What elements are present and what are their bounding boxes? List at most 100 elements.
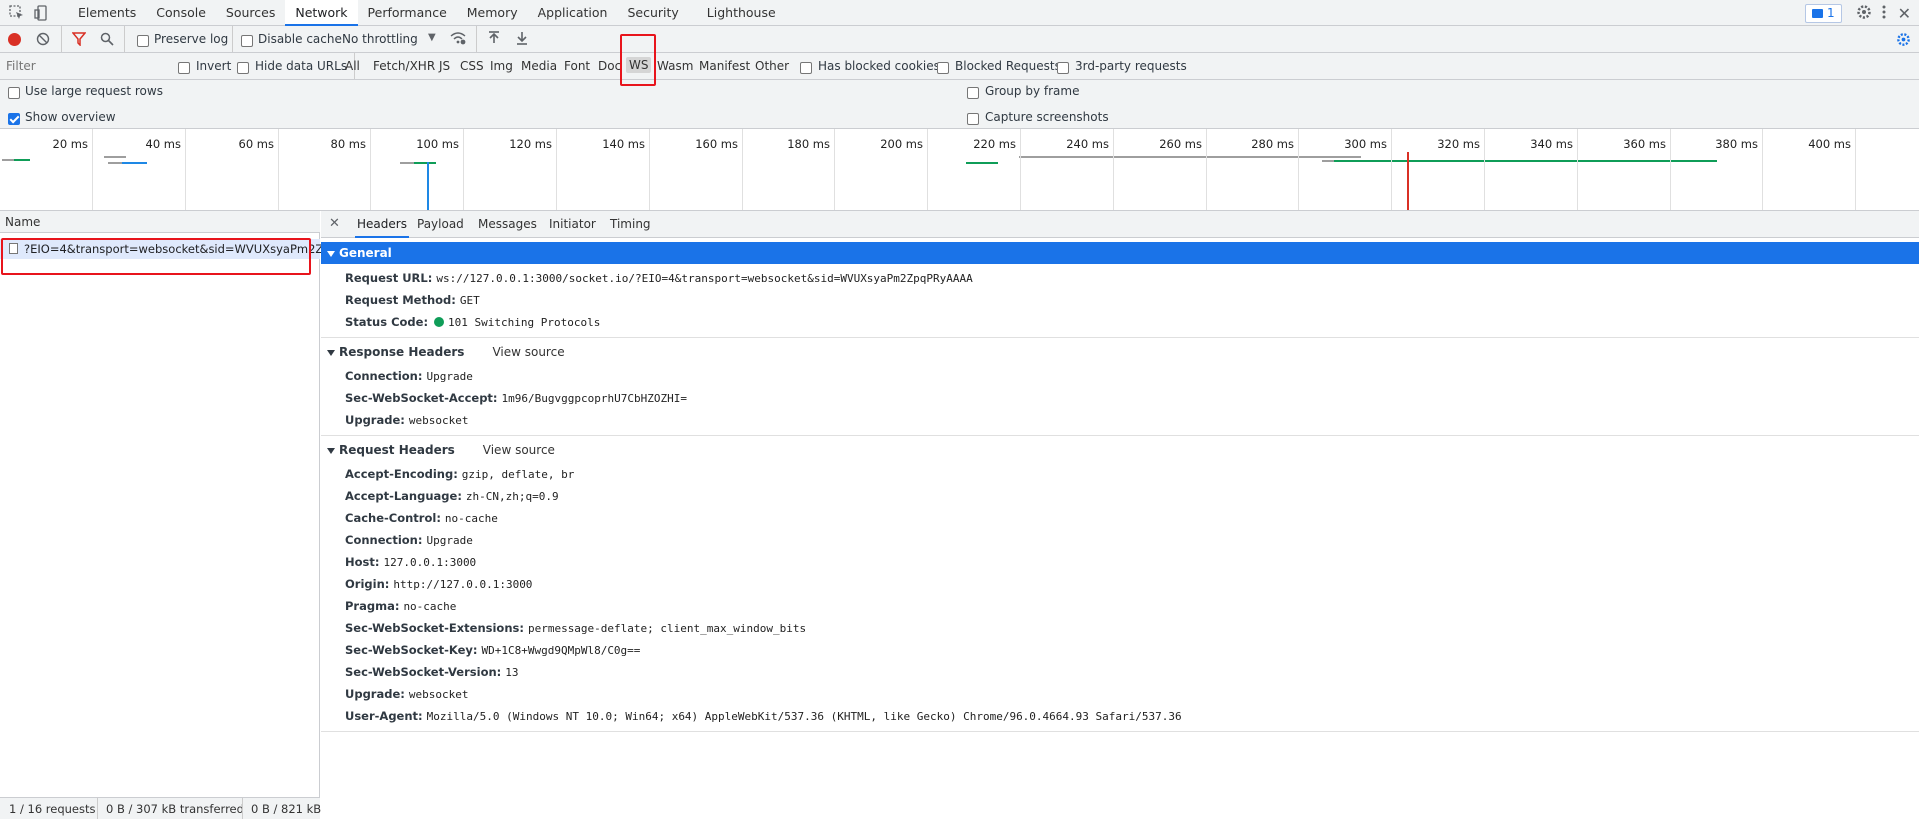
filter-type-js[interactable]: JS — [439, 59, 450, 73]
general-section-header[interactable]: General — [321, 242, 1919, 264]
expand-triangle-icon — [327, 250, 335, 257]
overview-gridline — [834, 129, 835, 210]
overview-tick-label: 260 ms — [1159, 137, 1202, 151]
toolbar-divider — [61, 26, 62, 52]
filter-funnel-icon[interactable] — [71, 32, 87, 49]
close-detail-icon[interactable]: ✕ — [329, 211, 340, 238]
filter-type-img[interactable]: Img — [490, 59, 513, 73]
header-row: Accept-Encoding: gzip, deflate, br — [345, 467, 575, 481]
filter-type-wasm[interactable]: Wasm — [657, 59, 693, 73]
settings-gear-icon[interactable] — [1856, 4, 1872, 23]
header-row: Upgrade: websocket — [345, 413, 469, 427]
disable-cache-checkbox[interactable] — [241, 33, 253, 47]
export-har-icon[interactable] — [516, 31, 528, 48]
inspect-element-icon[interactable] — [8, 4, 26, 22]
overview-gridline — [1298, 129, 1299, 210]
tab-initiator[interactable]: Initiator — [549, 211, 596, 238]
tab-application[interactable]: Application — [528, 0, 618, 26]
overview-gridline — [1206, 129, 1207, 210]
tab-messages[interactable]: Messages — [478, 211, 537, 238]
overview-tick-label: 60 ms — [238, 137, 274, 151]
toolbar-divider — [124, 26, 125, 52]
devtools-right-controls: 1 ✕ — [1804, 0, 1919, 26]
throttling-select[interactable]: No throttling — [342, 32, 418, 46]
tab-network[interactable]: Network — [285, 0, 358, 26]
overview-gridline — [185, 129, 186, 210]
overview-bar — [1019, 156, 1361, 158]
issues-badge[interactable]: 1 — [1804, 3, 1842, 23]
more-options-icon[interactable] — [1882, 5, 1886, 22]
tab-performance[interactable]: Performance — [358, 0, 457, 26]
overview-gridline — [1670, 129, 1671, 210]
overview-gridline — [1391, 129, 1392, 210]
network-settings-gear-icon[interactable] — [1896, 32, 1911, 50]
tab-lighthouse[interactable]: Lighthouse — [689, 0, 786, 26]
overview-gridline — [92, 129, 93, 210]
status-divider — [97, 798, 98, 819]
view-source-link[interactable]: View source — [483, 443, 555, 457]
tab-sources[interactable]: Sources — [216, 0, 285, 26]
filter-input[interactable] — [2, 57, 170, 75]
request-headers-section-header[interactable]: Request Headers View source — [321, 439, 1919, 461]
overview-tick-label: 4... — [1884, 137, 1919, 151]
group-by-frame-checkbox[interactable] — [967, 85, 979, 99]
expand-triangle-icon — [327, 447, 335, 454]
invert-checkbox[interactable] — [178, 60, 190, 74]
header-row: Sec-WebSocket-Key: WD+1C8+Wwgd9QMpWl8/C0g… — [345, 643, 641, 657]
overview-tick-label: 180 ms — [787, 137, 830, 151]
dom-content-loaded-marker — [427, 162, 429, 210]
view-source-link[interactable]: View source — [492, 345, 564, 359]
overview-gridline — [278, 129, 279, 210]
record-icon[interactable] — [8, 33, 21, 46]
preserve-log-checkbox[interactable] — [137, 33, 149, 47]
overview-gridline — [1762, 129, 1763, 210]
response-headers-section-header[interactable]: Response Headers View source — [321, 341, 1919, 363]
third-party-checkbox[interactable] — [1057, 60, 1069, 74]
chevron-down-icon[interactable]: ▼ — [428, 32, 436, 43]
status-divider — [242, 798, 243, 819]
tab-console[interactable]: Console — [146, 0, 216, 26]
capture-screenshots-checkbox[interactable] — [967, 111, 979, 125]
overview-tick-label: 340 ms — [1530, 137, 1573, 151]
tab-memory[interactable]: Memory — [457, 0, 528, 26]
name-column-header[interactable]: Name — [0, 211, 320, 233]
tab-headers[interactable]: Headers — [355, 211, 409, 238]
filter-type-doc[interactable]: Doc — [598, 59, 621, 73]
overview-tick-label: 40 ms — [145, 137, 181, 151]
search-icon[interactable] — [100, 32, 114, 49]
device-toolbar-icon[interactable] — [33, 4, 51, 22]
section-divider — [321, 435, 1919, 436]
filter-type-all[interactable]: All — [345, 59, 360, 73]
tab-security[interactable]: Security — [617, 0, 688, 26]
tab-timing[interactable]: Timing — [610, 211, 651, 238]
overview-tick-label: 300 ms — [1344, 137, 1387, 151]
overview-bar — [966, 162, 998, 164]
request-row-highlight-box — [1, 238, 311, 275]
filter-type-media[interactable]: Media — [521, 59, 557, 73]
filter-type-manifest[interactable]: Manifest — [699, 59, 750, 73]
filter-type-font[interactable]: Font — [564, 59, 590, 73]
close-devtools-icon[interactable]: ✕ — [1898, 4, 1911, 23]
ws-filter-highlight-box — [620, 34, 656, 86]
import-har-icon[interactable] — [488, 31, 500, 48]
overview-tick-label: 100 ms — [416, 137, 459, 151]
header-row: Request Method: GET — [345, 293, 480, 307]
tab-elements[interactable]: Elements — [68, 0, 146, 26]
network-conditions-icon[interactable] — [450, 31, 466, 48]
show-overview-checkbox[interactable] — [8, 111, 20, 125]
blocked-requests-checkbox[interactable] — [937, 60, 949, 74]
tab-payload[interactable]: Payload — [417, 211, 464, 238]
clear-icon[interactable] — [36, 32, 50, 49]
hide-data-urls-checkbox[interactable] — [237, 60, 249, 74]
third-party-label: 3rd-party requests — [1075, 59, 1187, 73]
network-options: Use large request rows Show overview Gro… — [0, 80, 1919, 129]
filter-type-other[interactable]: Other — [755, 59, 789, 73]
overview-tick-label: 20 ms — [52, 137, 88, 151]
devtools-tabbar: Elements Console Sources Network Perform… — [0, 0, 1919, 26]
filter-type-fetch-xhr[interactable]: Fetch/XHR — [373, 59, 435, 73]
filter-type-css[interactable]: CSS — [460, 59, 484, 73]
overview-timeline[interactable]: 20 ms 40 ms 60 ms 80 ms 100 ms 120 ms 140 ms 16… — [0, 129, 1919, 211]
has-blocked-cookies-checkbox[interactable] — [800, 60, 812, 74]
header-row: Connection: Upgrade — [345, 533, 473, 547]
large-rows-checkbox[interactable] — [8, 85, 20, 99]
